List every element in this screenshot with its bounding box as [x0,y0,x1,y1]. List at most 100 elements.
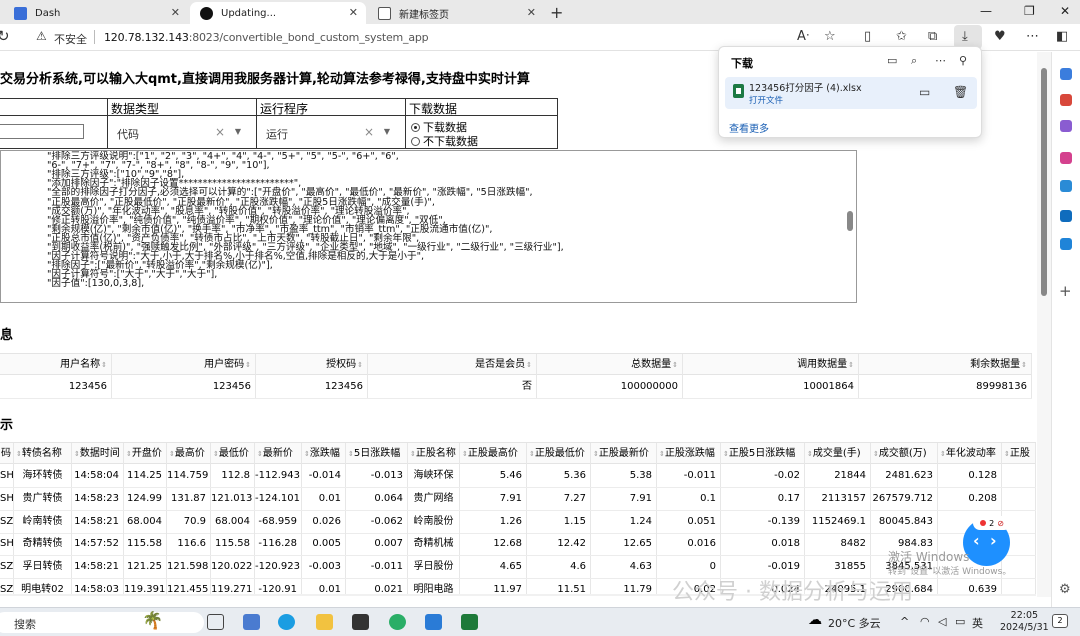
chevron-left-icon[interactable]: ‹ [973,531,980,550]
clock[interactable]: 22:05 2024/5/31 [1000,610,1049,634]
floating-badge[interactable]: 2 ⊘ [973,516,1011,530]
sort-icon[interactable]: ⇕ [526,361,532,369]
sort-icon[interactable]: ⇕ [357,361,363,369]
see-more-link[interactable]: 查看更多 [729,120,769,135]
column-header[interactable]: ⇕最新价 [255,443,302,465]
maximize-icon[interactable]: ❐ [1024,4,1035,18]
column-header[interactable]: 剩余数据量⇕ [859,354,1032,376]
favorite-star-icon[interactable]: ☆ [824,29,836,44]
notification-icon[interactable]: 2 [1052,614,1068,628]
radio-icon[interactable] [411,136,420,146]
drop-icon[interactable] [1060,238,1072,250]
weather-icon[interactable]: ☁ [808,612,822,628]
textarea-scrollbar[interactable] [847,211,853,231]
outlook-icon[interactable] [1060,210,1072,222]
more-menu-icon[interactable]: ⋯ [1026,29,1039,44]
mail-icon[interactable] [243,614,260,630]
network-icon[interactable]: ◠ [920,615,930,628]
taskbar-search[interactable]: 搜索 [0,612,204,633]
security-label[interactable]: 不安全 [54,31,87,47]
more-icon[interactable]: ⋯ [935,54,946,67]
edge-icon[interactable] [278,614,295,630]
refresh-icon[interactable]: ↻ [0,27,10,45]
sort-icon[interactable]: ⇕ [101,361,107,369]
column-header[interactable]: ⇕成交量(手) [805,443,871,465]
column-header[interactable]: ⇕年化波动率 [938,443,1002,465]
shopping-icon[interactable] [1060,94,1072,106]
terminal-icon[interactable] [461,614,478,630]
wechat-icon[interactable] [389,614,406,630]
chevron-down-icon[interactable]: ▼ [235,127,241,136]
close-window-icon[interactable]: ✕ [1060,4,1070,18]
radio-selected-icon[interactable] [411,122,420,132]
split-screen-icon[interactable]: ▯ [864,29,871,44]
page-scrollbar[interactable] [1037,52,1051,597]
copilot-icon[interactable]: ◧ [1056,29,1068,44]
tray-chevron-icon[interactable]: ^ [900,615,909,628]
clear-icon[interactable]: × [364,125,374,139]
games-icon[interactable] [1060,152,1072,164]
close-icon[interactable]: ✕ [527,6,536,19]
input-language[interactable]: 英 [972,615,983,631]
chevron-down-icon[interactable]: ▼ [384,127,390,136]
chevron-right-icon[interactable]: › [990,531,997,550]
column-header[interactable]: ⇕数据时间 [72,443,124,465]
tab-new[interactable]: 新建标签页 ✕ [368,2,544,24]
data-type-select[interactable]: 代码 × ▼ [109,117,247,148]
minimize-icon[interactable]: — [980,4,992,18]
column-header[interactable]: 码 [0,443,14,465]
pin-icon[interactable]: ⚲ [959,54,967,67]
folder-icon[interactable]: ▭ [887,54,897,67]
open-folder-icon[interactable]: ▭ [919,85,930,99]
search-sidebar-icon[interactable] [1060,68,1072,80]
browser-essentials-icon[interactable]: ♥ [994,29,1006,44]
settings-icon[interactable]: ⚙ [1059,582,1071,597]
stop-icon[interactable]: ⊘ [997,519,1004,528]
column-header[interactable]: ⇕正股涨跌幅 [657,443,721,465]
weather-text[interactable]: 20°C 多云 [828,615,881,631]
add-icon[interactable]: + [1059,282,1072,300]
column-header[interactable]: 总数据量⇕ [537,354,683,376]
column-header[interactable]: ⇕正股最高价 [460,443,527,465]
open-file-link[interactable]: 打开文件 [749,94,783,106]
warning-icon[interactable]: ⚠ [36,29,47,43]
column-header[interactable]: ⇕正股 [1002,443,1036,465]
sort-icon[interactable]: ⇕ [245,361,251,369]
collections-icon[interactable]: ⧉ [928,29,937,44]
store-icon[interactable] [352,614,369,630]
column-header[interactable]: ⇕最高价 [167,443,211,465]
column-header[interactable]: ⇕5日涨跌幅 [346,443,408,465]
sort-icon[interactable]: ⇕ [672,361,678,369]
close-icon[interactable]: ✕ [171,6,180,19]
radio-no-download[interactable]: 不下载数据 [411,133,478,149]
column-header[interactable]: ⇕正股最低价 [527,443,591,465]
column-header[interactable]: ⇕正股名称 [408,443,460,465]
vscode-icon[interactable] [425,614,442,630]
column-header[interactable]: 调用数据量⇕ [683,354,859,376]
task-view-icon[interactable] [207,614,224,630]
tab-updating[interactable]: Updating... ✕ [190,2,366,24]
download-icon[interactable]: ⤓ [962,29,968,44]
file-explorer-icon[interactable] [316,614,333,630]
program-select[interactable]: 运行 × ▼ [258,117,396,148]
column-header[interactable]: ⇕最低价 [211,443,255,465]
download-item[interactable]: 123456打分因子 (4).xlsx 打开文件 ▭ 🗑 [725,77,977,109]
battery-icon[interactable]: ▭ [955,615,965,628]
config-textarea[interactable]: "排除三方评级说明":["1", "2", "3", "4+", "4", "4… [0,150,857,303]
read-aloud-icon[interactable]: Aᐧ [797,29,809,44]
column-header[interactable]: 用户密码⇕ [112,354,256,376]
column-header[interactable]: ⇕正股最新价 [591,443,657,465]
column-header[interactable]: ⇕开盘价 [124,443,167,465]
column-header[interactable]: ⇕转债名称 [14,443,72,465]
column-header[interactable]: ⇕正股5日涨跌幅 [721,443,805,465]
url-field[interactable]: 120.78.132.143:8023/convertible_bond_cus… [104,31,429,44]
delete-icon[interactable]: 🗑 [953,85,968,99]
tab-dash[interactable]: Dash ✕ [4,2,188,24]
column-header[interactable]: ⇕成交额(万) [871,443,938,465]
m365-icon[interactable] [1060,180,1072,192]
sort-icon[interactable]: ⇕ [1021,361,1027,369]
column-header[interactable]: ⇕涨跌幅 [302,443,346,465]
sort-icon[interactable]: ⇕ [848,361,854,369]
close-icon[interactable]: ✕ [349,6,358,19]
column-header[interactable]: 是否是会员⇕ [368,354,537,376]
